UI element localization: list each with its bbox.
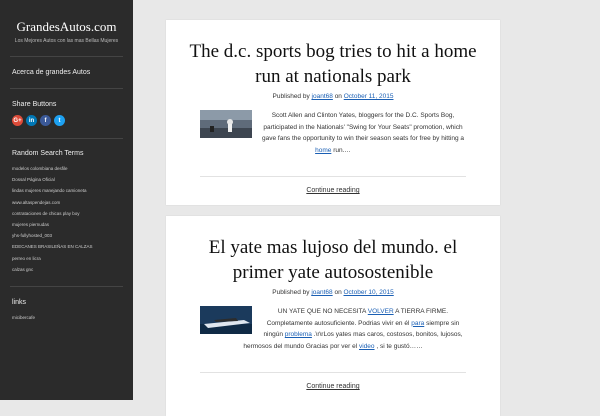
search-term-link[interactable]: EDECANES BRASILEÑAS EN CALZAS bbox=[12, 241, 121, 252]
search-term-link[interactable]: contrataciones de chicas play boy bbox=[12, 208, 121, 219]
meta-on-label: on bbox=[334, 289, 342, 296]
author-link[interactable]: joant68 bbox=[312, 93, 333, 100]
main-content: The d.c. sports bog tries to hit a home … bbox=[133, 0, 600, 416]
search-terms-list: modelos colombiana desfile Dossal Página… bbox=[0, 163, 133, 275]
divider bbox=[10, 88, 123, 89]
post-excerpt: Scott Allen and Clinton Yates, bloggers … bbox=[200, 110, 466, 156]
post-meta: Published by joant68 on October 11, 2015 bbox=[166, 93, 500, 100]
share-buttons-title: Share Buttons bbox=[12, 101, 57, 108]
post-title[interactable]: The d.c. sports bog tries to hit a home … bbox=[186, 39, 480, 89]
post-meta: Published by joant68 on October 10, 2015 bbox=[166, 289, 500, 296]
links-list: micibercafe bbox=[0, 312, 133, 323]
search-term-link[interactable]: yhs-fullyhosted_003 bbox=[12, 230, 121, 241]
continue-reading-link[interactable]: Continue reading bbox=[166, 187, 500, 194]
divider bbox=[200, 372, 466, 373]
excerpt-text: UN YATE QUE NO NECESITA bbox=[277, 308, 366, 315]
link-item[interactable]: micibercafe bbox=[12, 312, 121, 323]
search-term-link[interactable]: www.altaspendejas.com bbox=[12, 197, 121, 208]
post-excerpt: UN YATE QUE NO NECESITA VOLVER A TIERRA … bbox=[200, 306, 466, 352]
excerpt-link-volver[interactable]: VOLVER bbox=[368, 308, 394, 315]
post-thumbnail-image[interactable] bbox=[200, 110, 252, 138]
continue-reading-link[interactable]: Continue reading bbox=[166, 383, 500, 390]
meta-on-label: on bbox=[334, 93, 342, 100]
search-term-link[interactable]: modelos colombiana desfile bbox=[12, 163, 121, 174]
author-link[interactable]: joant68 bbox=[311, 289, 332, 296]
excerpt-link-home[interactable]: home bbox=[315, 147, 331, 154]
post-card: El yate mas lujoso del mundo. el primer … bbox=[166, 216, 500, 416]
post-title[interactable]: El yate mas lujoso del mundo. el primer … bbox=[186, 235, 480, 285]
divider bbox=[200, 176, 466, 177]
date-link[interactable]: October 11, 2015 bbox=[344, 93, 394, 100]
excerpt-link-para[interactable]: para bbox=[411, 320, 424, 327]
twitter-icon[interactable]: t bbox=[54, 115, 65, 126]
google-plus-icon[interactable]: G+ bbox=[12, 115, 23, 126]
excerpt-link-problema[interactable]: problema bbox=[285, 331, 312, 338]
meta-published-label: Published by bbox=[272, 289, 310, 296]
date-link[interactable]: October 10, 2015 bbox=[344, 289, 394, 296]
facebook-icon[interactable]: f bbox=[40, 115, 51, 126]
divider bbox=[10, 56, 123, 57]
sidebar-link-about[interactable]: Acerca de grandes Autos bbox=[0, 69, 133, 76]
excerpt-text: run.… bbox=[333, 146, 351, 154]
search-term-link[interactable]: Dossal Página Oficial bbox=[12, 174, 121, 185]
excerpt-text: , si te gustó…… bbox=[376, 342, 423, 350]
excerpt-link-video[interactable]: video bbox=[359, 343, 375, 350]
search-term-link[interactable]: mujeres piernudas bbox=[12, 219, 121, 230]
divider bbox=[10, 286, 123, 288]
links-title: links bbox=[12, 299, 27, 307]
search-term-link[interactable]: calzas gnc bbox=[12, 264, 121, 275]
excerpt-text: Scott Allen and Clinton Yates, bloggers … bbox=[262, 112, 464, 142]
search-terms-title: Random Search Terms bbox=[12, 150, 84, 157]
site-tagline: Los Mejores Autos con las mas Bellas Muj… bbox=[14, 38, 119, 44]
linkedin-icon[interactable]: in bbox=[26, 115, 37, 126]
sidebar: GrandesAutos.com Los Mejores Autos con l… bbox=[0, 0, 133, 400]
search-term-link[interactable]: perreo en licra bbox=[12, 253, 121, 264]
post-card: The d.c. sports bog tries to hit a home … bbox=[166, 20, 500, 205]
share-buttons: G+ in f t bbox=[0, 115, 133, 126]
post-thumbnail-image[interactable] bbox=[200, 306, 252, 334]
meta-published-label: Published by bbox=[272, 93, 310, 100]
divider bbox=[10, 138, 123, 139]
site-title[interactable]: GrandesAutos.com bbox=[0, 20, 133, 34]
search-term-link[interactable]: lindas mujeres manejando camioneta bbox=[12, 185, 121, 196]
